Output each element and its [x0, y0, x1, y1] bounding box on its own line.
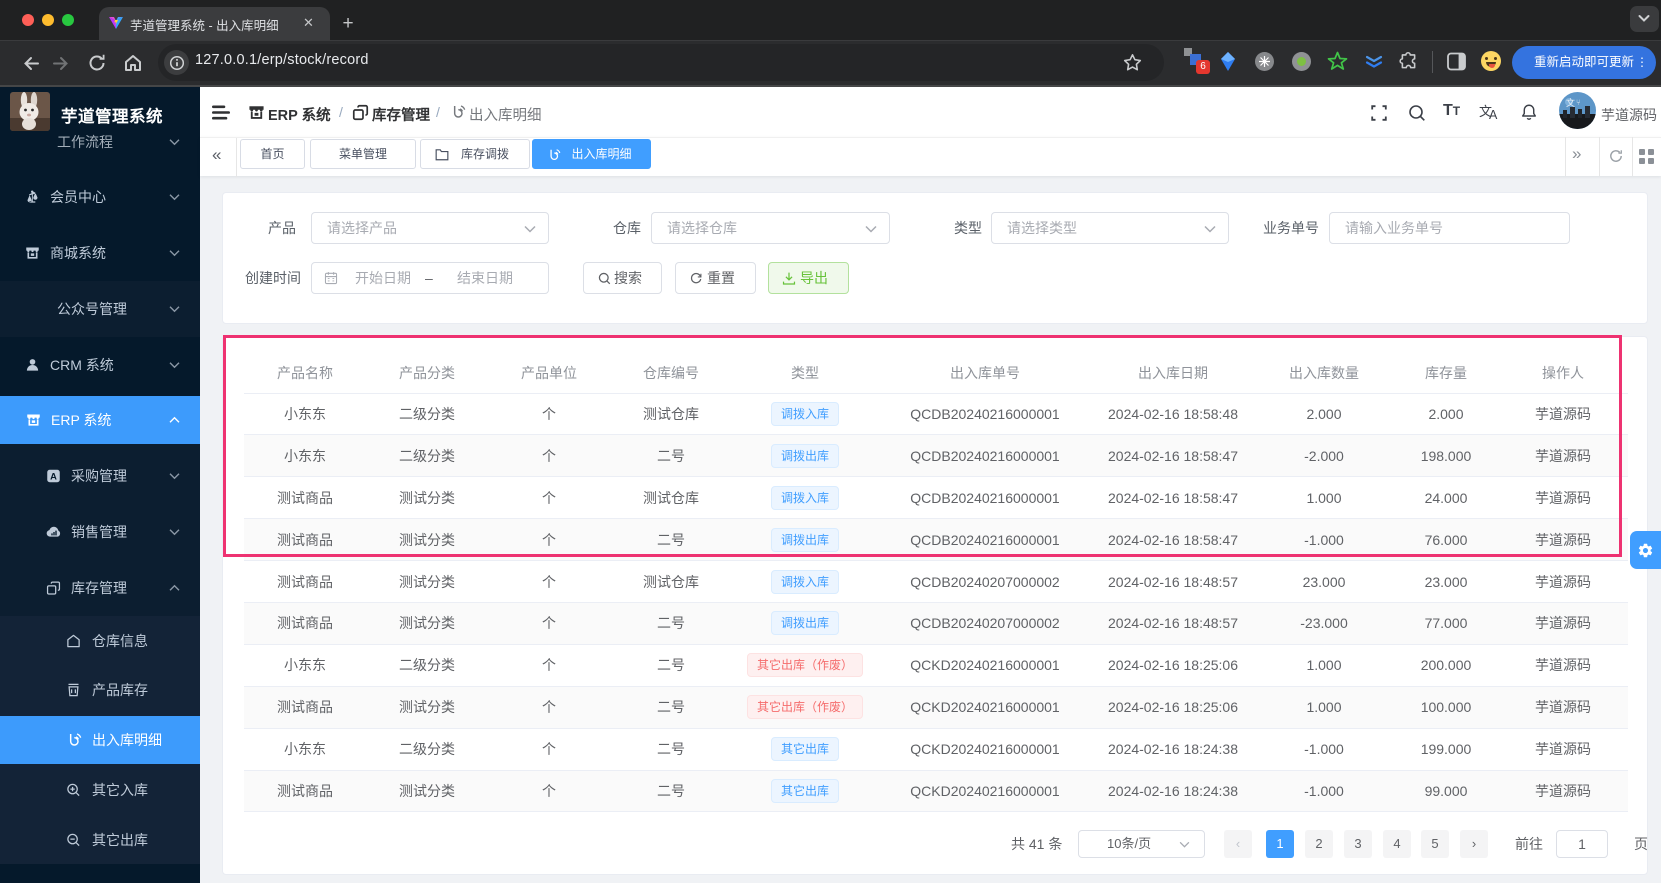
svg-text:⑂: ⑂ [1576, 98, 1581, 107]
svg-text:文: 文 [1566, 97, 1575, 108]
svg-text:A: A [50, 471, 57, 481]
